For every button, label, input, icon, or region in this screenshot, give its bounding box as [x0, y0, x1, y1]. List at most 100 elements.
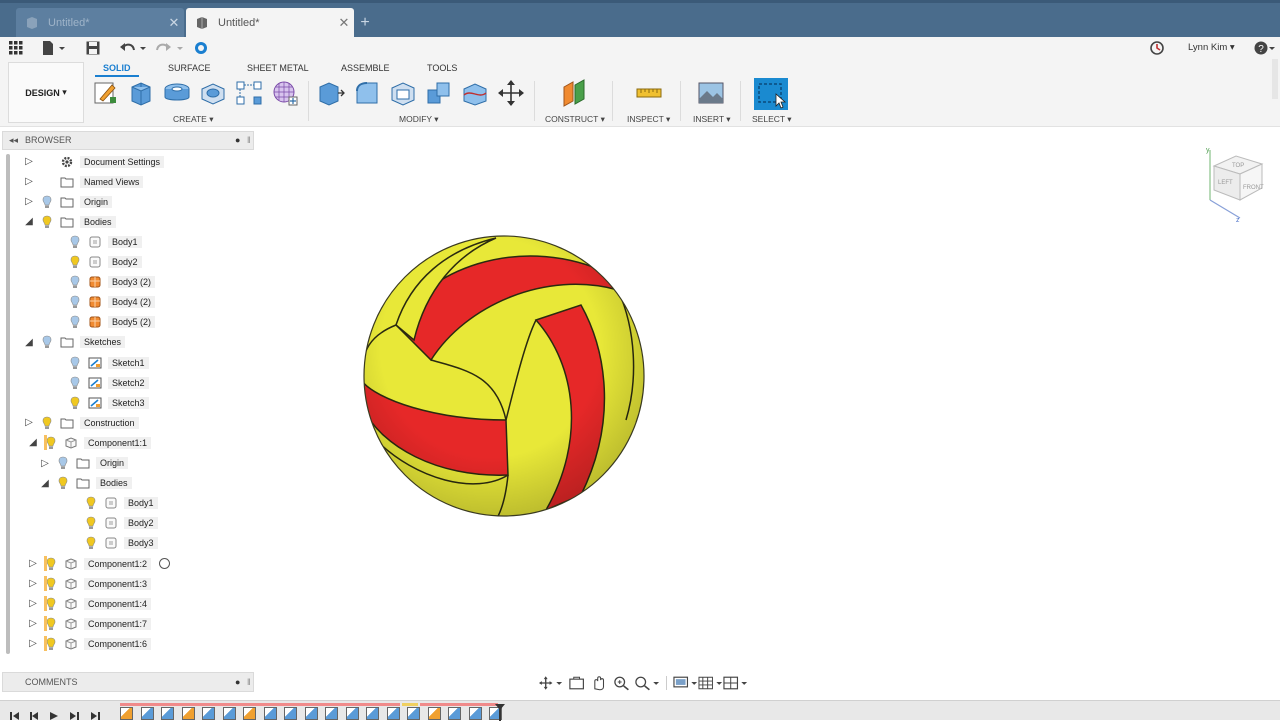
visibility-bulb-icon[interactable] — [70, 356, 80, 370]
timeline-playback-controls[interactable] — [0, 701, 120, 721]
redo-icon[interactable] — [156, 40, 184, 56]
expand-arrow-icon[interactable]: ▷ — [26, 617, 40, 631]
browser-node[interactable]: ▷ Document Settings — [22, 152, 165, 171]
browser-node[interactable]: ▷ Component1:4 — [26, 594, 152, 613]
browser-node[interactable]: ▷ Origin — [22, 192, 113, 211]
timeline-feature-icon[interactable] — [181, 707, 195, 720]
document-tab-2[interactable]: Untitled* ✕ — [186, 8, 354, 37]
timeline-feature-icon[interactable] — [448, 707, 461, 720]
plus-icon[interactable]: + — [354, 8, 376, 37]
visibility-bulb-icon[interactable] — [46, 557, 56, 571]
activate-radio-icon[interactable] — [159, 558, 171, 569]
browser-node[interactable]: ◢ Bodies — [22, 212, 116, 231]
close-icon[interactable]: ✕ — [334, 15, 354, 31]
timeline-feature-icon[interactable] — [284, 707, 297, 720]
app-grid-icon[interactable] — [9, 40, 23, 56]
replace-face-icon[interactable] — [461, 79, 489, 107]
visibility-bulb-icon[interactable] — [86, 496, 96, 510]
visibility-bulb-icon[interactable] — [86, 536, 96, 550]
visibility-bulb-icon[interactable] — [58, 456, 68, 470]
visibility-bulb-icon[interactable] — [42, 335, 52, 349]
browser-node[interactable]: Body1 — [50, 232, 142, 251]
tab-surface[interactable]: SURFACE — [168, 63, 211, 73]
display-settings-icon[interactable] — [673, 675, 698, 691]
timeline-feature-icon[interactable] — [304, 707, 318, 720]
visibility-bulb-icon[interactable] — [70, 255, 80, 269]
shell-icon[interactable] — [389, 79, 417, 107]
pattern-icon[interactable] — [235, 79, 263, 107]
visibility-bulb-icon[interactable] — [42, 195, 52, 209]
browser-node[interactable]: ◢ Component1:1 — [26, 433, 152, 452]
press-pull-icon[interactable] — [317, 79, 345, 107]
revolve-icon[interactable] — [163, 79, 191, 107]
pan-hand-icon[interactable] — [590, 675, 609, 691]
visibility-bulb-icon[interactable] — [46, 617, 56, 631]
job-status-icon[interactable] — [1150, 40, 1164, 56]
tab-solid[interactable]: SOLID — [103, 63, 131, 73]
browser-node[interactable]: ▷ Named Views — [22, 172, 144, 191]
comments-add-icon[interactable]: ● — [235, 677, 240, 687]
visibility-bulb-icon[interactable] — [70, 275, 80, 289]
collapse-arrow-icon[interactable]: ◢ — [26, 436, 40, 450]
volleyball-model[interactable] — [356, 230, 652, 522]
visibility-bulb-icon[interactable] — [70, 396, 80, 410]
timeline-feature-icon[interactable] — [427, 707, 441, 720]
user-menu[interactable]: Lynn Kim ▾ — [1188, 42, 1235, 53]
visibility-bulb-icon[interactable] — [46, 577, 56, 591]
offset-plane-icon[interactable] — [561, 79, 589, 107]
expand-arrow-icon[interactable]: ▷ — [38, 456, 52, 470]
undo-icon[interactable] — [119, 40, 147, 56]
visibility-bulb-icon[interactable] — [42, 215, 52, 229]
panel-pin-icon[interactable]: ● — [235, 135, 240, 145]
viewcube-front-label[interactable]: FRONT — [1243, 185, 1264, 191]
browser-node[interactable]: Body3 — [66, 534, 158, 553]
browser-node[interactable]: Sketch1 — [50, 353, 149, 372]
insert-menu[interactable]: INSERT ▾ — [693, 114, 731, 125]
zoom-icon[interactable] — [612, 675, 631, 691]
expand-arrow-icon[interactable]: ▷ — [22, 155, 36, 169]
timeline-feature-icon[interactable] — [202, 707, 215, 720]
expand-arrow-icon[interactable]: ▷ — [26, 637, 40, 651]
orbit-icon[interactable] — [538, 675, 563, 691]
create-menu[interactable]: CREATE ▾ — [173, 114, 214, 125]
browser-node[interactable]: ▷ Origin — [38, 454, 129, 473]
close-icon[interactable]: ✕ — [164, 15, 184, 31]
visibility-bulb-icon[interactable] — [70, 295, 80, 309]
timeline-feature-icon[interactable] — [161, 707, 174, 720]
timeline-feature-icon[interactable] — [263, 707, 277, 720]
viewcube[interactable]: y z TOP FRONT LEFT — [1200, 142, 1274, 222]
timeline-feature-icon[interactable] — [140, 707, 154, 720]
visibility-bulb-icon[interactable] — [70, 235, 80, 249]
visibility-bulb-icon[interactable] — [58, 476, 68, 490]
visibility-bulb-icon[interactable] — [46, 637, 56, 651]
collapse-arrow-icon[interactable]: ◢ — [22, 215, 36, 229]
create-form-icon[interactable] — [271, 79, 299, 107]
timeline-playhead-icon[interactable] — [494, 703, 506, 721]
browser-node[interactable]: Body2 — [66, 514, 158, 533]
visibility-bulb-icon[interactable] — [70, 376, 80, 390]
inspect-menu[interactable]: INSPECT ▾ — [627, 114, 670, 125]
collapse-panel-icon[interactable]: ◂◂ — [9, 135, 18, 146]
fit-zoom-icon[interactable] — [633, 675, 660, 691]
tab-tools[interactable]: TOOLS — [427, 63, 457, 73]
browser-node[interactable]: ▷ Component1:2 — [26, 554, 171, 573]
timeline-feature-icon[interactable] — [386, 707, 400, 720]
expand-arrow-icon[interactable]: ▷ — [22, 175, 36, 189]
grid-settings-icon[interactable] — [698, 675, 723, 691]
browser-node[interactable]: ▷ Component1:7 — [26, 614, 152, 633]
browser-node[interactable]: Body3 (2) — [50, 273, 156, 292]
browser-node[interactable]: ▷ Component1:3 — [26, 574, 152, 593]
select-icon[interactable] — [754, 78, 788, 110]
viewcube-left-label[interactable]: LEFT — [1218, 180, 1233, 186]
look-at-icon[interactable] — [567, 675, 588, 691]
timeline-feature-icon[interactable] — [222, 707, 236, 720]
timeline-feature-icon[interactable] — [366, 707, 379, 720]
browser-node[interactable]: ◢ Sketches — [22, 333, 126, 352]
browser-node[interactable]: Sketch2 — [50, 373, 149, 392]
timeline-feature-icon[interactable] — [407, 707, 420, 720]
move-icon[interactable] — [497, 79, 525, 107]
collapse-arrow-icon[interactable]: ◢ — [22, 335, 36, 349]
fillet-icon[interactable] — [353, 79, 381, 107]
visibility-bulb-icon[interactable] — [70, 315, 80, 329]
visibility-bulb-icon[interactable] — [42, 416, 52, 430]
